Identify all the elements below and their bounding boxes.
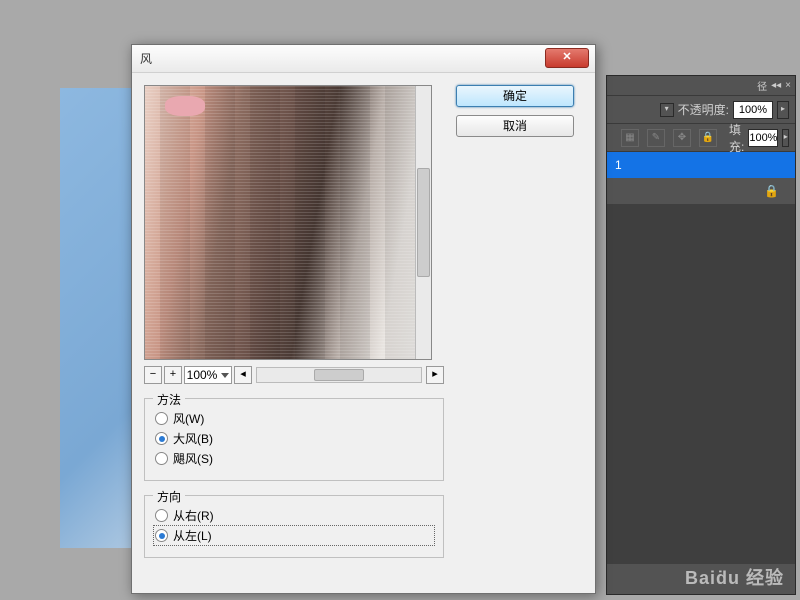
blend-mode-dropdown[interactable]: ▾: [660, 103, 674, 117]
radio-icon: [155, 509, 168, 522]
dialog-title: 风: [140, 50, 152, 67]
layer-row-locked[interactable]: 🔒: [607, 178, 795, 204]
v-scroll-thumb[interactable]: [417, 168, 430, 277]
layer-row-selected[interactable]: 1: [607, 152, 795, 178]
radio-label: 从左(L): [173, 527, 212, 544]
scroll-right-button[interactable]: ▸: [426, 366, 444, 384]
wind-filter-dialog: 风 ✕ − + 100% ◂ ▸ 方法 风(W): [131, 44, 596, 594]
opacity-value[interactable]: 100%: [733, 101, 773, 119]
panel-collapse-icon[interactable]: ◂◂: [771, 80, 781, 91]
lock-icon: 🔒: [764, 184, 779, 198]
radio-icon: [155, 432, 168, 445]
direction-legend: 方向: [153, 488, 185, 505]
method-group: 方法 风(W) 大风(B) 飓风(S): [144, 398, 444, 481]
preview-horizontal-scrollbar[interactable]: [256, 367, 422, 383]
radio-label: 大风(B): [173, 430, 213, 447]
watermark: Baiḋu 经验: [685, 564, 784, 590]
opacity-stepper[interactable]: ▸: [777, 101, 789, 119]
fill-row: ▦ ✎ ✥ 🔒 填充: 100% ▸: [607, 124, 795, 152]
radio-icon: [155, 452, 168, 465]
fill-label: 填充:: [729, 121, 744, 155]
lock-position-icon[interactable]: ✥: [673, 129, 691, 147]
method-option-stagger[interactable]: 飓风(S): [155, 450, 433, 467]
layer-name: 1: [615, 158, 622, 172]
radio-icon: [155, 529, 168, 542]
radio-label: 飓风(S): [173, 450, 213, 467]
dialog-titlebar[interactable]: 风 ✕: [132, 45, 595, 73]
h-scroll-thumb[interactable]: [314, 369, 363, 381]
layers-panel-header: 径 ◂◂ ×: [607, 76, 795, 96]
lock-transparent-icon[interactable]: ▦: [621, 129, 639, 147]
lock-image-icon[interactable]: ✎: [647, 129, 665, 147]
method-option-blast[interactable]: 大风(B): [155, 430, 433, 447]
panel-tab-hint: 径: [757, 78, 767, 93]
zoom-in-button[interactable]: +: [164, 366, 182, 384]
lock-iconbar: ▦ ✎ ✥ 🔒: [613, 129, 725, 147]
direction-option-from-left[interactable]: 从左(L): [155, 527, 433, 544]
direction-option-from-right[interactable]: 从右(R): [155, 507, 433, 524]
cancel-button[interactable]: 取消: [456, 115, 574, 137]
zoom-out-button[interactable]: −: [144, 366, 162, 384]
opacity-row: ▾ 不透明度: 100% ▸: [607, 96, 795, 124]
ok-button[interactable]: 确定: [456, 85, 574, 107]
layers-panel: 径 ◂◂ × ▾ 不透明度: 100% ▸ ▦ ✎ ✥ 🔒 填充: 100% ▸…: [606, 75, 796, 595]
method-option-wind[interactable]: 风(W): [155, 410, 433, 427]
radio-label: 从右(R): [173, 507, 214, 524]
close-button[interactable]: ✕: [545, 48, 589, 68]
zoom-controls: − + 100% ◂ ▸: [144, 366, 444, 384]
radio-label: 风(W): [173, 410, 204, 427]
radio-icon: [155, 412, 168, 425]
scroll-left-button[interactable]: ◂: [234, 366, 252, 384]
direction-group: 方向 从右(R) 从左(L): [144, 495, 444, 558]
preview-vertical-scrollbar[interactable]: [415, 86, 431, 359]
panel-close-icon[interactable]: ×: [785, 80, 791, 91]
zoom-value-dropdown[interactable]: 100%: [184, 366, 232, 384]
lock-all-icon[interactable]: 🔒: [699, 129, 717, 147]
filter-preview[interactable]: [144, 85, 432, 360]
layers-empty-area: [607, 204, 795, 564]
opacity-label: 不透明度:: [678, 101, 729, 118]
fill-value[interactable]: 100%: [748, 129, 778, 147]
method-legend: 方法: [153, 391, 185, 408]
fill-stepper[interactable]: ▸: [782, 129, 789, 147]
